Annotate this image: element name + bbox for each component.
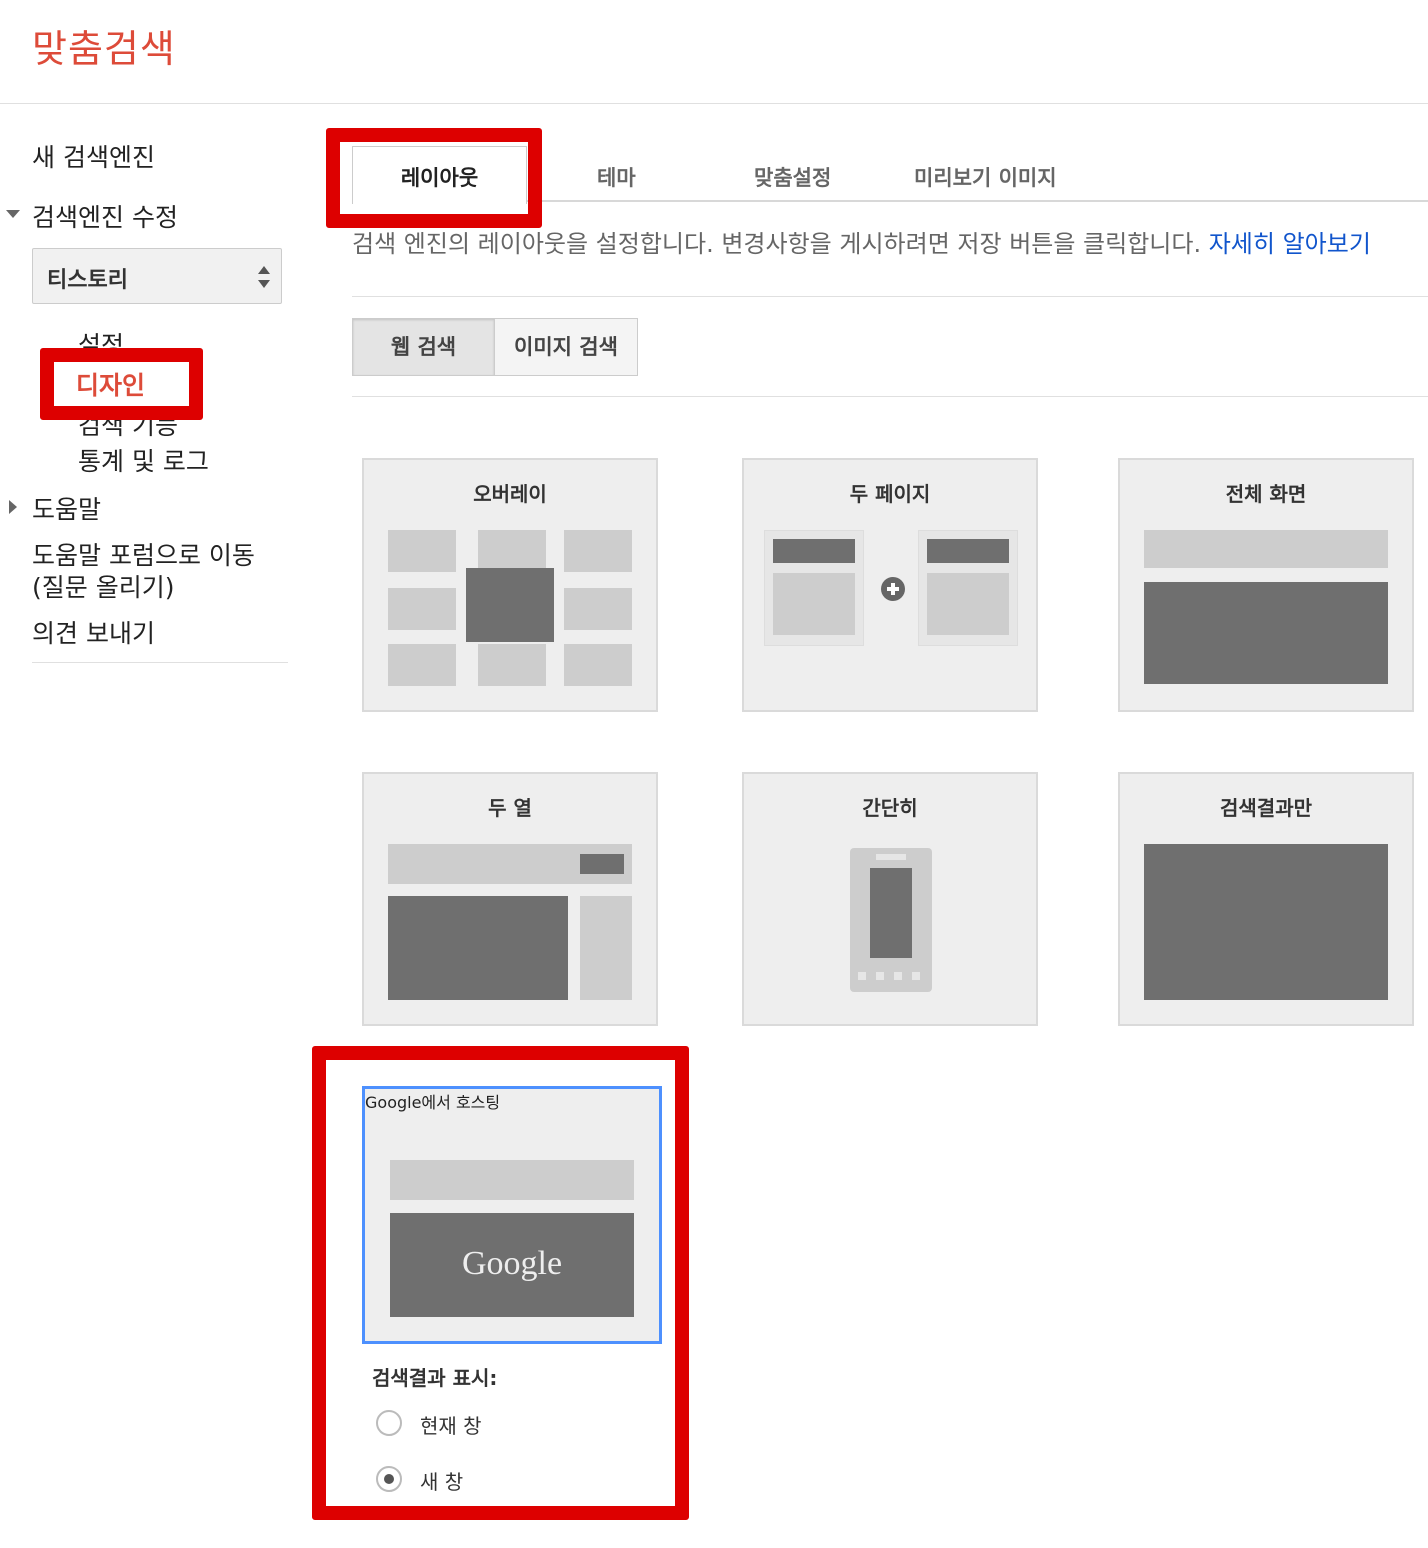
learn-more-link[interactable]: 자세히 알아보기 xyxy=(1209,230,1371,258)
layout-preview-button xyxy=(580,854,624,874)
layout-description: 검색 엔진의 레이아웃을 설정합니다. 변경사항을 게시하려면 저장 버튼을 클… xyxy=(352,224,1371,259)
select-arrows-icon xyxy=(258,266,270,288)
layout-card-title: 전체 화면 xyxy=(1225,482,1307,506)
layout-card-title: 검색결과만 xyxy=(1220,796,1312,820)
radio-new-window[interactable] xyxy=(376,1466,402,1492)
layout-preview-block xyxy=(478,530,546,572)
radio-selected-dot xyxy=(384,1474,394,1484)
layout-preview-page xyxy=(918,530,1018,646)
help-link[interactable]: 도움말 xyxy=(32,490,101,526)
layout-card-results-only[interactable]: 검색결과만 xyxy=(1118,772,1414,1026)
header-divider xyxy=(0,103,1428,104)
forum-link[interactable]: 도움말 포럼으로 이동 xyxy=(32,536,255,572)
expand-right-icon[interactable] xyxy=(9,500,17,514)
layout-preview-page xyxy=(764,530,864,646)
layout-preview-results: Google xyxy=(390,1213,634,1317)
layout-preview-block xyxy=(478,644,546,686)
radio-current-window[interactable] xyxy=(376,1410,402,1436)
layout-preview-block xyxy=(388,530,456,572)
layout-preview-block xyxy=(1144,530,1388,568)
layout-preview-block xyxy=(564,588,632,630)
layout-card-title: 두 열 xyxy=(488,796,532,820)
layout-preview-results xyxy=(1144,582,1388,684)
content-divider xyxy=(352,396,1428,397)
edit-engine-link[interactable]: 검색엔진 수정 xyxy=(32,198,178,234)
layout-card-full-width[interactable]: 전체 화면 xyxy=(1118,458,1414,712)
engine-select[interactable]: 티스토리 xyxy=(32,248,282,304)
forum-link-sub[interactable]: (질문 올리기) xyxy=(32,568,174,604)
google-logo: Google xyxy=(461,1245,563,1282)
sidebar-item-stats[interactable]: 통계 및 로그 xyxy=(78,442,209,478)
engine-select-value: 티스토리 xyxy=(47,268,128,293)
expand-down-icon[interactable] xyxy=(6,210,20,218)
tab-theme[interactable]: 테마 xyxy=(597,162,636,192)
content-divider xyxy=(352,296,1428,297)
app-title: 맞춤검색 xyxy=(32,27,176,71)
phone-icon xyxy=(850,848,932,992)
layout-preview-results xyxy=(388,896,568,1000)
layout-card-title: 두 페이지 xyxy=(849,482,931,506)
tab-customize[interactable]: 맞춤설정 xyxy=(754,162,831,192)
image-search-toggle[interactable]: 이미지 검색 xyxy=(494,318,638,376)
tab-highlight-box xyxy=(326,128,542,228)
layout-preview-overlay xyxy=(466,568,554,642)
layout-card-title: 오버레이 xyxy=(473,482,547,506)
layout-card-title: 간단히 xyxy=(862,796,918,820)
plus-icon xyxy=(881,577,905,601)
radio-current-window-label[interactable]: 현재 창 xyxy=(420,1410,482,1439)
layout-preview-block xyxy=(388,588,456,630)
layout-card-compact[interactable]: 간단히 xyxy=(742,772,1038,1026)
layout-card-two-page[interactable]: 두 페이지 xyxy=(742,458,1038,712)
layout-card-title: Google에서 호스팅 xyxy=(365,1093,501,1112)
feedback-link[interactable]: 의견 보내기 xyxy=(32,614,155,650)
web-search-toggle[interactable]: 웹 검색 xyxy=(352,318,495,376)
layout-preview-block xyxy=(388,644,456,686)
layout-card-overlay[interactable]: 오버레이 xyxy=(362,458,658,712)
tab-thumbnail[interactable]: 미리보기 이미지 xyxy=(914,162,1057,192)
sidebar-divider xyxy=(32,662,288,663)
radio-new-window-label[interactable]: 새 창 xyxy=(420,1466,463,1495)
layout-preview-results xyxy=(1144,844,1388,1000)
new-engine-link[interactable]: 새 검색엔진 xyxy=(32,138,155,174)
layout-preview-block xyxy=(564,644,632,686)
description-text: 검색 엔진의 레이아웃을 설정합니다. 변경사항을 게시하려면 저장 버튼을 클… xyxy=(352,230,1209,258)
layout-preview-sidebar xyxy=(580,896,632,1000)
layout-card-google-hosted[interactable]: Google에서 호스팅 Google xyxy=(362,1086,662,1344)
layout-preview-block xyxy=(564,530,632,572)
layout-preview-block xyxy=(390,1160,634,1200)
sidebar-item-design[interactable]: 디자인 xyxy=(76,366,145,402)
layout-card-two-column[interactable]: 두 열 xyxy=(362,772,658,1026)
results-display-label: 검색결과 표시: xyxy=(372,1366,498,1390)
